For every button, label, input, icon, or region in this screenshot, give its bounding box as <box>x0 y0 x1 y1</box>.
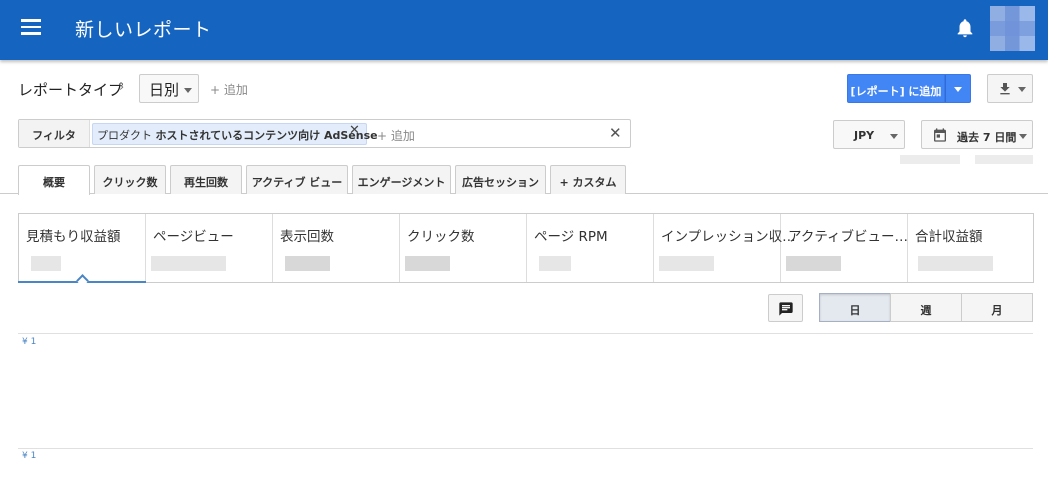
tab-clicks[interactable]: クリック数 <box>94 165 166 194</box>
tab-overview[interactable]: 概要 <box>18 165 90 195</box>
metrics-scorecard: 見積もり収益額 ページビュー 表示回数 クリック数 ページ RPM インプレッシ… <box>18 213 1034 287</box>
remove-filter-icon[interactable]: ✕ <box>349 123 360 138</box>
metric-label: 合計収益額 <box>915 229 983 245</box>
chart-y-tick-label: ¥ 1 <box>22 337 37 347</box>
metric-page-views[interactable]: ページビュー <box>146 214 273 282</box>
account-avatar[interactable] <box>990 6 1035 51</box>
metric-label: 表示回数 <box>280 229 334 245</box>
metric-label: ページビュー <box>153 229 234 245</box>
metric-value <box>786 256 841 271</box>
download-icon <box>1000 83 1010 95</box>
chevron-right-icon: › <box>119 80 125 95</box>
currency-value: JPY <box>854 129 875 142</box>
metric-page-rpm[interactable]: ページ RPM <box>527 214 654 282</box>
granularity-day-button[interactable]: 日 <box>819 293 891 322</box>
calendar-icon <box>934 128 946 142</box>
metric-impression-rpm[interactable]: インプレッション収… <box>654 214 796 282</box>
metric-value <box>539 256 571 271</box>
chart-y-tick-label: ¥ 1 <box>22 451 37 461</box>
granularity-week-button[interactable]: 週 <box>890 293 962 322</box>
filter-chip-value: ホストされているコンテンツ向け AdSense <box>155 129 378 142</box>
add-to-reports-button[interactable]: [レポート] に追加 <box>847 74 945 103</box>
metric-clicks[interactable]: クリック数 <box>400 214 527 282</box>
tab-custom[interactable]: + カスタム <box>550 165 626 194</box>
chevron-down-icon <box>1018 87 1026 92</box>
add-to-reports-dropdown-button[interactable] <box>945 74 971 103</box>
menu-icon[interactable] <box>21 19 41 35</box>
filter-bar: フィルタ プロダクト ホストされているコンテンツ向け AdSense ✕ + 追… <box>18 119 631 148</box>
date-range-select[interactable]: 過去 7 日間 <box>921 120 1033 149</box>
page-title: 新しいレポート <box>75 19 212 41</box>
metric-active-view[interactable]: アクティブビュー… <box>781 214 908 282</box>
metric-value <box>405 256 450 271</box>
date-range-detail <box>900 155 960 164</box>
report-type-label[interactable]: レポートタイプ <box>18 79 123 100</box>
filter-chip-product[interactable]: プロダクト ホストされているコンテンツ向け AdSense <box>92 123 378 145</box>
metric-label: ページ RPM <box>534 229 608 245</box>
metric-value <box>31 256 61 271</box>
metric-total-earnings[interactable]: 合計収益額 <box>908 214 1034 282</box>
filter-chip-prefix: プロダクト <box>97 129 152 142</box>
add-dimension-link[interactable]: + 追加 <box>210 81 248 98</box>
date-range-value: 過去 7 日間 <box>957 131 1017 144</box>
metric-label: クリック数 <box>407 229 475 245</box>
metric-impressions[interactable]: 表示回数 <box>273 214 400 282</box>
tab-ad-sessions[interactable]: 広告セッション <box>455 165 546 194</box>
metric-label: 見積もり収益額 <box>26 229 121 245</box>
chart-gridline <box>18 448 1033 449</box>
currency-select[interactable]: JPY <box>833 120 905 149</box>
chevron-down-icon <box>954 87 962 92</box>
chevron-down-icon <box>890 134 898 139</box>
download-button[interactable] <box>987 74 1033 103</box>
metric-label: アクティブビュー… <box>788 229 909 245</box>
report-granularity-select[interactable]: 日別 <box>139 74 199 103</box>
metric-estimated-earnings[interactable]: 見積もり収益額 <box>18 214 146 287</box>
chart-gridline <box>18 333 1033 334</box>
clear-filters-icon[interactable]: ✕ <box>609 124 622 142</box>
chart-granularity-toggle: 日 週 月 <box>819 293 1033 322</box>
granularity-month-button[interactable]: 月 <box>961 293 1033 322</box>
metric-value <box>151 256 226 271</box>
date-range-detail <box>975 155 1033 164</box>
filter-label: フィルタ <box>19 120 90 147</box>
report-toolbar: レポートタイプ › 日別 + 追加 [レポート] に追加 <box>18 74 1033 104</box>
notifications-bell-icon[interactable] <box>954 16 976 40</box>
top-app-bar: 新しいレポート <box>0 0 1048 60</box>
metric-value <box>285 256 330 271</box>
chevron-down-icon <box>184 88 193 93</box>
metric-value <box>659 256 714 271</box>
tab-views[interactable]: 再生回数 <box>170 165 242 194</box>
active-metric-notch <box>76 274 89 287</box>
chevron-down-icon <box>1019 134 1027 139</box>
metric-value <box>918 256 993 271</box>
comment-icon <box>779 302 793 316</box>
tab-engagement[interactable]: エンゲージメント <box>352 165 451 194</box>
report-granularity-value: 日別 <box>149 81 180 99</box>
tab-active-view[interactable]: アクティブ ビュー <box>246 165 348 194</box>
add-filter-input[interactable]: + 追加 <box>377 127 415 144</box>
metric-label: インプレッション収… <box>661 229 796 245</box>
annotations-button[interactable] <box>768 294 803 322</box>
